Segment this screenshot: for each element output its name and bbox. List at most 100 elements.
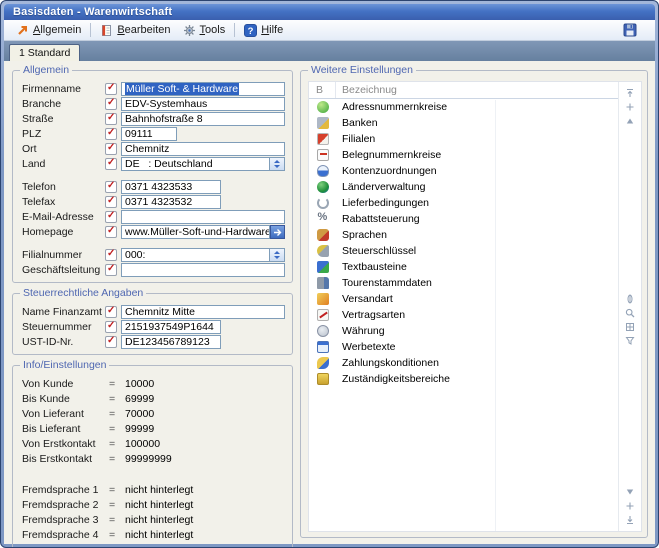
geschaeftsleitung-input[interactable] bbox=[121, 263, 285, 277]
group-steuerrechtliche-angaben: Steuerrechtliche Angaben Name Finanzamt … bbox=[12, 293, 293, 355]
modified-check-icon[interactable] bbox=[105, 158, 117, 170]
land-dropdown[interactable]: DE : Deutschland bbox=[121, 157, 270, 171]
list-item-label: Belegnummernkreise bbox=[336, 149, 441, 161]
list-item-textbausteine[interactable]: Textbausteine bbox=[309, 259, 618, 275]
list-item-zahlungskonditionen[interactable]: Zahlungskonditionen bbox=[309, 355, 618, 371]
strasse-input[interactable]: Bahnhofstraße 8 bbox=[121, 112, 285, 126]
list-item-belegnummernkreise[interactable]: Belegnummernkreise bbox=[309, 147, 618, 163]
info-value: 10000 bbox=[125, 378, 154, 390]
list-item-filialen[interactable]: Filialen bbox=[309, 131, 618, 147]
list-item-kontenzuordnungen[interactable]: Kontenzuordnungen bbox=[309, 163, 618, 179]
up-down-arrows-icon bbox=[273, 159, 281, 169]
menu-item-bearbeiten[interactable]: Bearbeiten bbox=[94, 23, 176, 38]
scroll-down-button[interactable] bbox=[623, 486, 637, 498]
list-item-zustaendigkeitsbereiche[interactable]: Zuständigkeitsbereiche bbox=[309, 371, 618, 387]
filialnummer-dropdown[interactable]: 000: bbox=[121, 248, 270, 262]
info-row-von-lieferant: Von Lieferant = 70000 bbox=[22, 407, 285, 421]
list-item-tourenstammdaten[interactable]: Tourenstammdaten bbox=[309, 275, 618, 291]
list-side-toolbar bbox=[618, 82, 641, 531]
menu-bar: Allgemein Bearbeiten Tools ? bbox=[4, 20, 655, 41]
spacer bbox=[22, 475, 285, 483]
modified-check-icon[interactable] bbox=[105, 226, 117, 238]
info-label: Bis Erstkontakt bbox=[22, 453, 109, 465]
filter-button[interactable] bbox=[623, 335, 637, 347]
modified-check-icon[interactable] bbox=[105, 83, 117, 95]
filialen-icon bbox=[317, 133, 329, 145]
field-label: Filialnummer bbox=[22, 249, 105, 261]
list-item-label: Banken bbox=[336, 117, 378, 129]
tab-strip: 1 Standard bbox=[4, 41, 655, 61]
jump-top-button[interactable] bbox=[623, 87, 637, 99]
ust-id-input[interactable]: DE123456789123 bbox=[121, 335, 221, 349]
modified-check-icon[interactable] bbox=[105, 113, 117, 125]
homepage-input[interactable]: www.Müller-Soft-und-Hardware.de bbox=[121, 225, 270, 239]
list-item-werbetexte[interactable]: Werbetexte bbox=[309, 339, 618, 355]
plz-input[interactable]: 09111 bbox=[121, 127, 177, 141]
modified-check-icon[interactable] bbox=[105, 143, 117, 155]
modified-check-icon[interactable] bbox=[105, 128, 117, 140]
info-row-fremdsprache-1: Fremdsprache 1 = nicht hinterlegt bbox=[22, 483, 285, 497]
ort-input[interactable]: Chemnitz bbox=[121, 142, 285, 156]
list-item-sprachen[interactable]: Sprachen bbox=[309, 227, 618, 243]
list-item-label: Werbetexte bbox=[336, 341, 396, 353]
telefon-input[interactable]: 0371 4323533 bbox=[121, 180, 221, 194]
list-item-banken[interactable]: Banken bbox=[309, 115, 618, 131]
tab-1-standard[interactable]: 1 Standard bbox=[9, 44, 80, 61]
modified-check-icon[interactable] bbox=[105, 306, 117, 318]
werbetexte-icon bbox=[317, 341, 329, 353]
land-dropdown-button[interactable] bbox=[270, 157, 285, 171]
list-item-adressnummernkreise[interactable]: Adressnummernkreise bbox=[309, 99, 618, 115]
modified-check-icon[interactable] bbox=[105, 249, 117, 261]
list-header: B Bezeichnug bbox=[309, 82, 618, 99]
modified-check-icon[interactable] bbox=[105, 321, 117, 333]
list-item-lieferbedingungen[interactable]: Lieferbedingungen bbox=[309, 195, 618, 211]
info-label: Fremdsprache 2 bbox=[22, 499, 109, 511]
list-item-versandart[interactable]: Versandart bbox=[309, 291, 618, 307]
column-header-b[interactable]: B bbox=[309, 82, 336, 98]
modified-check-icon[interactable] bbox=[105, 98, 117, 110]
modified-check-icon[interactable] bbox=[105, 264, 117, 276]
finanzamt-input[interactable]: Chemnitz Mitte bbox=[121, 305, 285, 319]
equals-sign: = bbox=[109, 453, 125, 465]
insert-row-button[interactable] bbox=[623, 101, 637, 113]
list-item-rabattsteuerung[interactable]: Rabattsteuerung bbox=[309, 211, 618, 227]
modified-check-icon[interactable] bbox=[105, 336, 117, 348]
equals-sign: = bbox=[109, 393, 125, 405]
gear-icon bbox=[183, 24, 196, 37]
append-row-button[interactable] bbox=[623, 500, 637, 512]
info-label: Von Erstkontakt bbox=[22, 438, 109, 450]
list-item-laenderverwaltung[interactable]: Länderverwaltung bbox=[309, 179, 618, 195]
column-header-bezeichnung[interactable]: Bezeichnug bbox=[336, 84, 618, 96]
columns-button[interactable] bbox=[623, 321, 637, 333]
list-item-vertragsarten[interactable]: Vertragsarten bbox=[309, 307, 618, 323]
jump-bottom-icon bbox=[625, 515, 635, 525]
search-button[interactable] bbox=[623, 307, 637, 319]
save-button[interactable] bbox=[619, 21, 641, 39]
modified-check-icon[interactable] bbox=[105, 181, 117, 193]
firmenname-input[interactable]: Müller Soft- & Hardware bbox=[121, 82, 285, 96]
filialnummer-dropdown-button[interactable] bbox=[270, 248, 285, 262]
modified-check-icon[interactable] bbox=[105, 211, 117, 223]
info-value: 69999 bbox=[125, 393, 154, 405]
modified-check-icon[interactable] bbox=[105, 196, 117, 208]
homepage-go-button[interactable] bbox=[270, 225, 285, 239]
email-input[interactable] bbox=[121, 210, 285, 224]
menu-item-tools[interactable]: Tools bbox=[177, 23, 232, 38]
arrow-up-icon bbox=[625, 116, 635, 126]
list-item-waehrung[interactable]: Währung bbox=[309, 323, 618, 339]
info-value: nicht hinterlegt bbox=[125, 499, 193, 511]
group-allgemein: Allgemein Firmenname Müller Soft- & Hard… bbox=[12, 70, 293, 283]
record-count-button[interactable] bbox=[623, 293, 637, 305]
list-item-label: Versandart bbox=[336, 293, 393, 305]
adressnummernkreise-icon bbox=[317, 101, 329, 113]
jump-bottom-button[interactable] bbox=[623, 514, 637, 526]
field-row-land: Land DE : Deutschland bbox=[22, 157, 285, 171]
branche-input[interactable]: EDV-Systemhaus bbox=[121, 97, 285, 111]
list-item-steuerschluessel[interactable]: Steuerschlüssel bbox=[309, 243, 618, 259]
menu-item-hilfe[interactable]: ? Hilfe bbox=[238, 23, 289, 38]
menu-item-allgemein[interactable]: Allgemein bbox=[10, 23, 87, 38]
scroll-up-button[interactable] bbox=[623, 115, 637, 127]
rabattsteuerung-icon bbox=[317, 213, 329, 225]
steuernummer-input[interactable]: 2151937549P1644 bbox=[121, 320, 221, 334]
telefax-input[interactable]: 0371 4323532 bbox=[121, 195, 221, 209]
